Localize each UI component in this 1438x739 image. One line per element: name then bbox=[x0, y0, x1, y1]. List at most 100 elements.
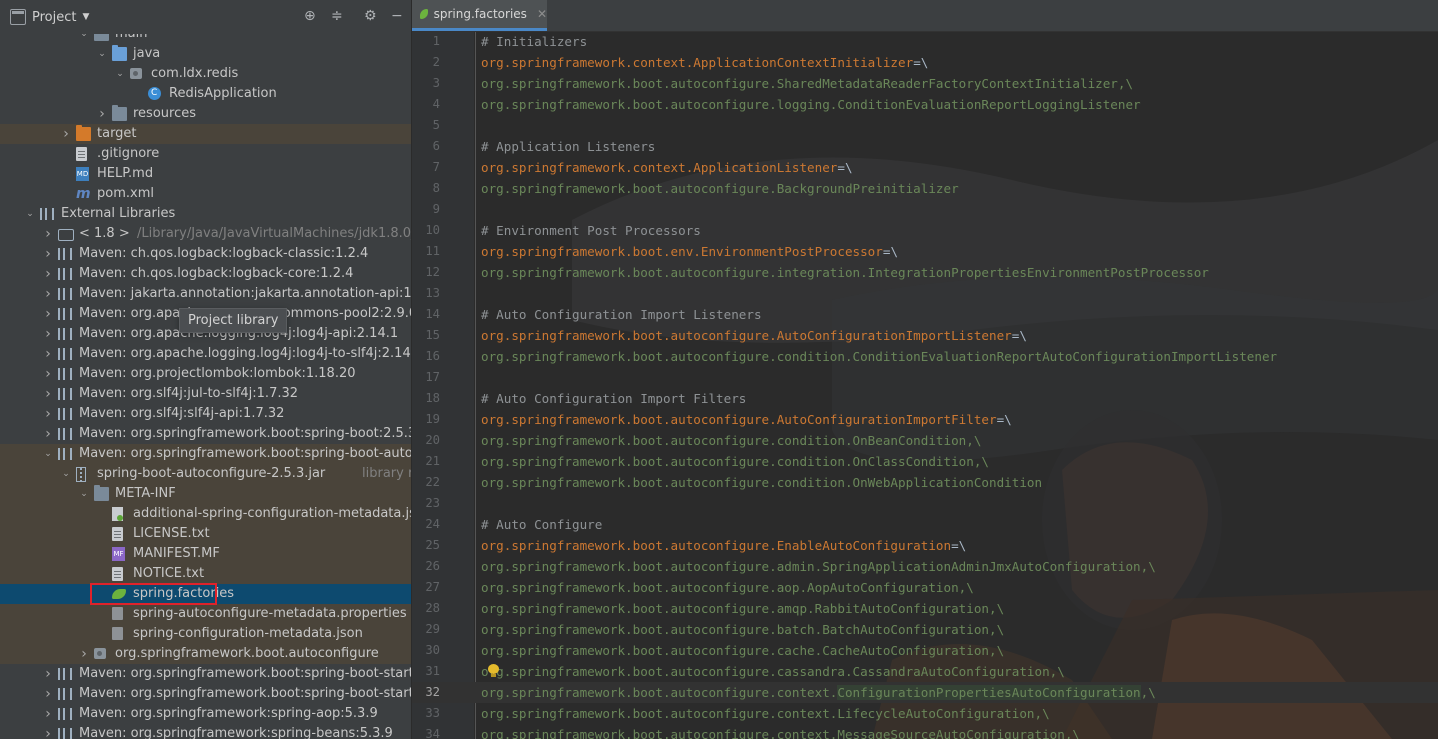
code-line[interactable]: 34 org.springframework.boot.autoconfigure… bbox=[412, 724, 1438, 739]
tree-item[interactable]: ⌄ com.ldx.redis bbox=[0, 64, 411, 84]
code-line[interactable]: 11 org.springframework.boot.env.Environme… bbox=[412, 241, 1438, 262]
chevron-right-icon[interactable]: › bbox=[42, 304, 54, 324]
code-line[interactable]: 29 org.springframework.boot.autoconfigure… bbox=[412, 619, 1438, 640]
code-line[interactable]: 19 org.springframework.boot.autoconfigure… bbox=[412, 409, 1438, 430]
chevron-right-icon[interactable]: › bbox=[78, 644, 90, 664]
chevron-right-icon[interactable]: › bbox=[42, 384, 54, 404]
tree-item[interactable]: LICENSE.txt bbox=[0, 524, 411, 544]
tree-item[interactable]: › Maven: org.apache.logging.log4j:log4j-t… bbox=[0, 344, 411, 364]
chevron-right-icon[interactable]: › bbox=[42, 344, 54, 364]
code-line[interactable]: 10 # Environment Post Processors bbox=[412, 220, 1438, 241]
code-line[interactable]: 17 bbox=[412, 367, 1438, 388]
code-line[interactable]: 32 org.springframework.boot.autoconfigure… bbox=[412, 682, 1438, 703]
tree-item[interactable]: spring-configuration-metadata.json bbox=[0, 624, 411, 644]
tree-item[interactable]: ⌄ External Libraries bbox=[0, 204, 411, 224]
chevron-down-icon[interactable]: ▼ bbox=[82, 12, 89, 22]
chevron-right-icon[interactable]: › bbox=[42, 364, 54, 384]
code-line[interactable]: 28 org.springframework.boot.autoconfigure… bbox=[412, 598, 1438, 619]
tree-item[interactable]: ⌄ spring-boot-autoconfigure-2.5.3.jar libr… bbox=[0, 464, 411, 484]
tree-item[interactable]: m pom.xml bbox=[0, 184, 411, 204]
tree-item[interactable]: spring-autoconfigure-metadata.properties bbox=[0, 604, 411, 624]
chevron-down-icon[interactable]: ⌄ bbox=[60, 464, 72, 484]
code-line[interactable]: 1 # Initializers bbox=[412, 31, 1438, 52]
tree-item[interactable]: › < 1.8 > /Library/Java/JavaVirtualMachine… bbox=[0, 224, 411, 244]
tree-item[interactable]: MF MANIFEST.MF bbox=[0, 544, 411, 564]
lightbulb-icon[interactable] bbox=[487, 664, 500, 678]
tree-item[interactable]: › Maven: jakarta.annotation:jakarta.annot… bbox=[0, 284, 411, 304]
tree-item[interactable]: › target bbox=[0, 124, 411, 144]
chevron-right-icon[interactable]: › bbox=[42, 704, 54, 724]
code-line[interactable]: 13 bbox=[412, 283, 1438, 304]
tree-item[interactable]: › Maven: org.projectlombok:lombok:1.18.20 bbox=[0, 364, 411, 384]
tree-item[interactable]: spring.factories bbox=[0, 584, 411, 604]
tree-item[interactable]: › Maven: org.slf4j:jul-to-slf4j:1.7.32 bbox=[0, 384, 411, 404]
code-line[interactable]: 27 org.springframework.boot.autoconfigure… bbox=[412, 577, 1438, 598]
code-line[interactable]: 26 org.springframework.boot.autoconfigure… bbox=[412, 556, 1438, 577]
code-line[interactable]: 24 # Auto Configure bbox=[412, 514, 1438, 535]
chevron-down-icon[interactable]: ⌄ bbox=[114, 64, 126, 84]
tree-item[interactable]: .gitignore bbox=[0, 144, 411, 164]
chevron-down-icon[interactable]: ⌄ bbox=[78, 484, 90, 504]
code-line[interactable]: 23 bbox=[412, 493, 1438, 514]
chevron-down-icon[interactable]: ⌄ bbox=[96, 44, 108, 64]
code-line[interactable]: 18 # Auto Configuration Import Filters bbox=[412, 388, 1438, 409]
tab-spring-factories[interactable]: spring.factories ✕ bbox=[412, 0, 547, 31]
hide-panel-icon[interactable]: − bbox=[391, 8, 403, 24]
tree-item[interactable]: › Maven: org.springframework:spring-aop:5… bbox=[0, 704, 411, 724]
code-line[interactable]: 30 org.springframework.boot.autoconfigure… bbox=[412, 640, 1438, 661]
code-line[interactable]: 9 bbox=[412, 199, 1438, 220]
code-line[interactable]: 3 org.springframework.boot.autoconfigure.… bbox=[412, 73, 1438, 94]
code-line[interactable]: 2 org.springframework.context.Application… bbox=[412, 52, 1438, 73]
chevron-right-icon[interactable]: › bbox=[42, 244, 54, 264]
code-line[interactable]: 8 org.springframework.boot.autoconfigure.… bbox=[412, 178, 1438, 199]
code-line[interactable]: 6 # Application Listeners bbox=[412, 136, 1438, 157]
locate-file-icon[interactable]: ⊕ bbox=[304, 8, 316, 24]
tree-item[interactable]: ⌄ META-INF bbox=[0, 484, 411, 504]
chevron-right-icon[interactable]: › bbox=[96, 104, 108, 124]
tree-item[interactable]: ⌄ Maven: org.springframework.boot:spring-… bbox=[0, 444, 411, 464]
code-line[interactable]: 4 org.springframework.boot.autoconfigure.… bbox=[412, 94, 1438, 115]
chevron-down-icon[interactable]: ⌄ bbox=[42, 444, 54, 464]
tree-item[interactable]: › resources bbox=[0, 104, 411, 124]
code-line[interactable]: 14 # Auto Configuration Import Listeners bbox=[412, 304, 1438, 325]
code-line[interactable]: 31 org.springframework.boot.autoconfigure… bbox=[412, 661, 1438, 682]
code-line[interactable]: 7 org.springframework.context.Application… bbox=[412, 157, 1438, 178]
chevron-right-icon[interactable]: › bbox=[42, 284, 54, 304]
close-icon[interactable]: ✕ bbox=[537, 7, 547, 21]
code-line[interactable]: 22 org.springframework.boot.autoconfigure… bbox=[412, 472, 1438, 493]
code-line[interactable]: 15 org.springframework.boot.autoconfigure… bbox=[412, 325, 1438, 346]
tree-item[interactable]: › Maven: org.springframework.boot:spring-… bbox=[0, 664, 411, 684]
tree-item[interactable]: › Maven: ch.qos.logback:logback-core:1.2.… bbox=[0, 264, 411, 284]
chevron-right-icon[interactable]: › bbox=[60, 124, 72, 144]
collapse-all-icon[interactable]: ≑ bbox=[331, 8, 343, 24]
code-line[interactable]: 20 org.springframework.boot.autoconfigure… bbox=[412, 430, 1438, 451]
chevron-right-icon[interactable]: › bbox=[42, 264, 54, 284]
tree-item[interactable]: › Maven: org.springframework.boot:spring-… bbox=[0, 684, 411, 704]
code-line[interactable]: 25 org.springframework.boot.autoconfigure… bbox=[412, 535, 1438, 556]
tree-item[interactable]: › Maven: org.springframework:spring-beans… bbox=[0, 724, 411, 739]
chevron-right-icon[interactable]: › bbox=[42, 324, 54, 344]
project-view-selector[interactable]: Project bbox=[32, 10, 76, 25]
tree-item[interactable]: ⌄ java bbox=[0, 44, 411, 64]
tree-item[interactable]: MD HELP.md bbox=[0, 164, 411, 184]
code-line[interactable]: 16 org.springframework.boot.autoconfigure… bbox=[412, 346, 1438, 367]
code-line[interactable]: 12 org.springframework.boot.autoconfigure… bbox=[412, 262, 1438, 283]
tree-item[interactable]: › org.springframework.boot.autoconfigure bbox=[0, 644, 411, 664]
chevron-right-icon[interactable]: › bbox=[42, 664, 54, 684]
code-line[interactable]: 21 org.springframework.boot.autoconfigure… bbox=[412, 451, 1438, 472]
tree-item[interactable]: › Maven: org.springframework.boot:spring-… bbox=[0, 424, 411, 444]
tree-item[interactable]: NOTICE.txt bbox=[0, 564, 411, 584]
chevron-right-icon[interactable]: › bbox=[42, 684, 54, 704]
tree-item[interactable]: RedisApplication bbox=[0, 84, 411, 104]
chevron-right-icon[interactable]: › bbox=[42, 224, 54, 244]
chevron-right-icon[interactable]: › bbox=[42, 404, 54, 424]
code-editor[interactable]: 1 # Initializers 2 org.springframework.cont… bbox=[412, 31, 1438, 739]
tree-item[interactable]: › Maven: org.slf4j:slf4j-api:1.7.32 bbox=[0, 404, 411, 424]
tree-item[interactable]: additional-spring-configuration-metadata… bbox=[0, 504, 411, 524]
chevron-right-icon[interactable]: › bbox=[42, 424, 54, 444]
chevron-right-icon[interactable]: › bbox=[42, 724, 54, 739]
tree-item[interactable]: › Maven: ch.qos.logback:logback-classic:1… bbox=[0, 244, 411, 264]
code-line[interactable]: 5 bbox=[412, 115, 1438, 136]
gear-icon[interactable]: ⚙ bbox=[364, 8, 377, 24]
chevron-down-icon[interactable]: ⌄ bbox=[24, 204, 36, 224]
